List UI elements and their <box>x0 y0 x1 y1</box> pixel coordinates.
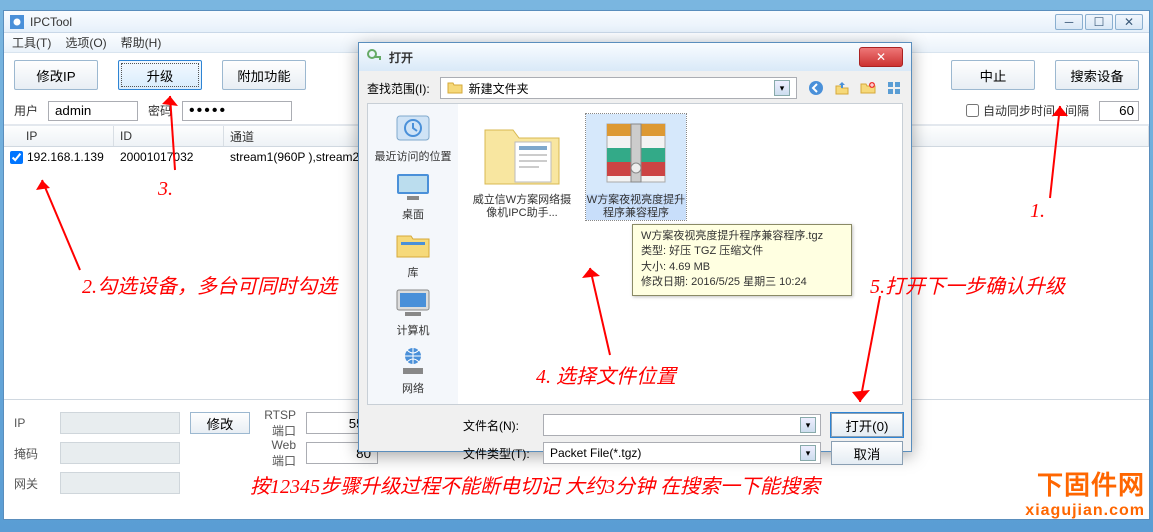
place-recent[interactable]: 最近访问的位置 <box>375 112 452 164</box>
back-icon[interactable] <box>807 79 825 97</box>
gateway-input[interactable] <box>60 472 180 494</box>
watermark: 下固件网 xiagujian.com <box>1025 465 1145 520</box>
menu-tools[interactable]: 工具(T) <box>12 34 51 51</box>
modify-ip-button[interactable]: 修改IP <box>14 60 98 90</box>
new-folder-icon[interactable] <box>859 79 877 97</box>
tooltip-filename: W方案夜视亮度提升程序兼容程序.tgz <box>641 229 843 244</box>
ip-input[interactable] <box>60 412 180 434</box>
place-computer[interactable]: 计算机 <box>393 286 433 338</box>
dialog-title: 打开 <box>389 49 859 66</box>
menu-help[interactable]: 帮助(H) <box>121 34 162 51</box>
interval-label: 间隔 <box>1065 102 1089 119</box>
password-input[interactable] <box>182 101 292 121</box>
chevron-down-icon[interactable]: ▾ <box>800 417 816 433</box>
filetype-label: 文件类型(T): <box>463 445 533 462</box>
close-button[interactable]: ✕ <box>1115 14 1143 30</box>
user-input[interactable] <box>48 101 138 121</box>
file-item-tgz[interactable]: W方案夜视亮度提升程序兼容程序 <box>586 114 686 220</box>
tooltip-date: 修改日期: 2016/5/25 星期三 10:24 <box>641 275 843 290</box>
file-name-label: W方案夜视亮度提升程序兼容程序 <box>586 194 686 220</box>
folder-combo[interactable]: 新建文件夹 ▾ <box>440 77 797 99</box>
row-checkbox[interactable] <box>10 151 23 164</box>
watermark-cn: 下固件网 <box>1025 465 1145 502</box>
file-item-folder[interactable]: 威立信W方案网络摄像机IPC助手... <box>472 114 572 220</box>
computer-icon <box>393 286 433 320</box>
folder-icon <box>447 80 463 96</box>
filename-label: 文件名(N): <box>463 417 533 434</box>
file-browser: 最近访问的位置 桌面 库 计算机 网络 <box>367 103 903 405</box>
mask-input[interactable] <box>60 442 180 464</box>
maximize-button[interactable]: ☐ <box>1085 14 1113 30</box>
recent-icon <box>393 112 433 146</box>
folder-name: 新建文件夹 <box>469 80 529 97</box>
cancel-button[interactable]: 取消 <box>831 441 903 465</box>
places-bar: 最近访问的位置 桌面 库 计算机 网络 <box>368 104 458 404</box>
desktop-icon <box>393 170 433 204</box>
folder-thumb-icon <box>479 114 565 192</box>
tooltip-type: 类型: 好压 TGZ 压缩文件 <box>641 244 843 259</box>
dialog-titlebar: 打开 ✕ <box>359 43 911 71</box>
extra-button[interactable]: 附加功能 <box>222 60 306 90</box>
dialog-close-button[interactable]: ✕ <box>859 47 903 67</box>
network-icon <box>393 344 433 378</box>
libraries-icon <box>393 228 433 262</box>
open-button[interactable]: 打开(0) <box>831 413 903 437</box>
menu-options[interactable]: 选项(O) <box>65 34 106 51</box>
filename-combo[interactable]: ▾ <box>543 414 821 436</box>
lookup-label: 查找范围(I): <box>367 80 430 97</box>
gateway-label: 网关 <box>14 475 50 492</box>
row-ip: 192.168.1.139 <box>27 150 104 164</box>
file-name-label: 威立信W方案网络摄像机IPC助手... <box>472 194 572 220</box>
modify-button[interactable]: 修改 <box>190 412 250 434</box>
place-libraries[interactable]: 库 <box>393 228 433 280</box>
minimize-button[interactable]: ─ <box>1055 14 1083 30</box>
open-dialog: 打开 ✕ 查找范围(I): 新建文件夹 ▾ 最近访问的位置 <box>358 42 912 452</box>
app-icon <box>10 15 24 29</box>
view-menu-icon[interactable] <box>885 79 903 97</box>
mask-label: 掩码 <box>14 445 50 462</box>
user-label: 用户 <box>14 102 38 119</box>
filetype-combo[interactable]: Packet File(*.tgz)▾ <box>543 442 821 464</box>
up-icon[interactable] <box>833 79 851 97</box>
titlebar: IPCTool ─ ☐ ✕ <box>4 11 1149 33</box>
file-tooltip: W方案夜视亮度提升程序兼容程序.tgz 类型: 好压 TGZ 压缩文件 大小: … <box>632 224 852 296</box>
archive-thumb-icon <box>593 114 679 192</box>
rtsp-label: RTSP 端口 <box>260 408 296 439</box>
interval-input[interactable] <box>1099 101 1139 121</box>
ip-label: IP <box>14 416 50 430</box>
file-list: 威立信W方案网络摄像机IPC助手... W方案夜视亮度提升程序兼容程序 W方案夜… <box>462 104 902 404</box>
watermark-en: xiagujian.com <box>1025 502 1145 520</box>
col-id[interactable]: ID <box>114 126 224 146</box>
window-controls: ─ ☐ ✕ <box>1055 14 1143 30</box>
place-desktop[interactable]: 桌面 <box>393 170 433 222</box>
upgrade-button[interactable]: 升级 <box>118 60 202 90</box>
search-devices-button[interactable]: 搜索设备 <box>1055 60 1139 90</box>
dialog-bottom: 文件名(N): ▾ 打开(0) 文件类型(T): Packet File(*.t… <box>367 405 903 467</box>
password-label: 密码 <box>148 102 172 119</box>
app-title: IPCTool <box>30 15 1055 29</box>
key-icon <box>367 49 383 65</box>
lookup-row: 查找范围(I): 新建文件夹 ▾ <box>367 77 903 99</box>
abort-button[interactable]: 中止 <box>951 60 1035 90</box>
auto-sync-checkbox[interactable]: 自动同步时间 <box>966 102 1055 119</box>
row-id: 20001017032 <box>114 147 224 167</box>
place-network[interactable]: 网络 <box>393 344 433 396</box>
chevron-down-icon[interactable]: ▾ <box>774 80 790 96</box>
col-ip[interactable]: IP <box>4 126 114 146</box>
tooltip-size: 大小: 4.69 MB <box>641 260 843 275</box>
chevron-down-icon[interactable]: ▾ <box>800 445 816 461</box>
web-label: Web 端口 <box>260 438 296 469</box>
